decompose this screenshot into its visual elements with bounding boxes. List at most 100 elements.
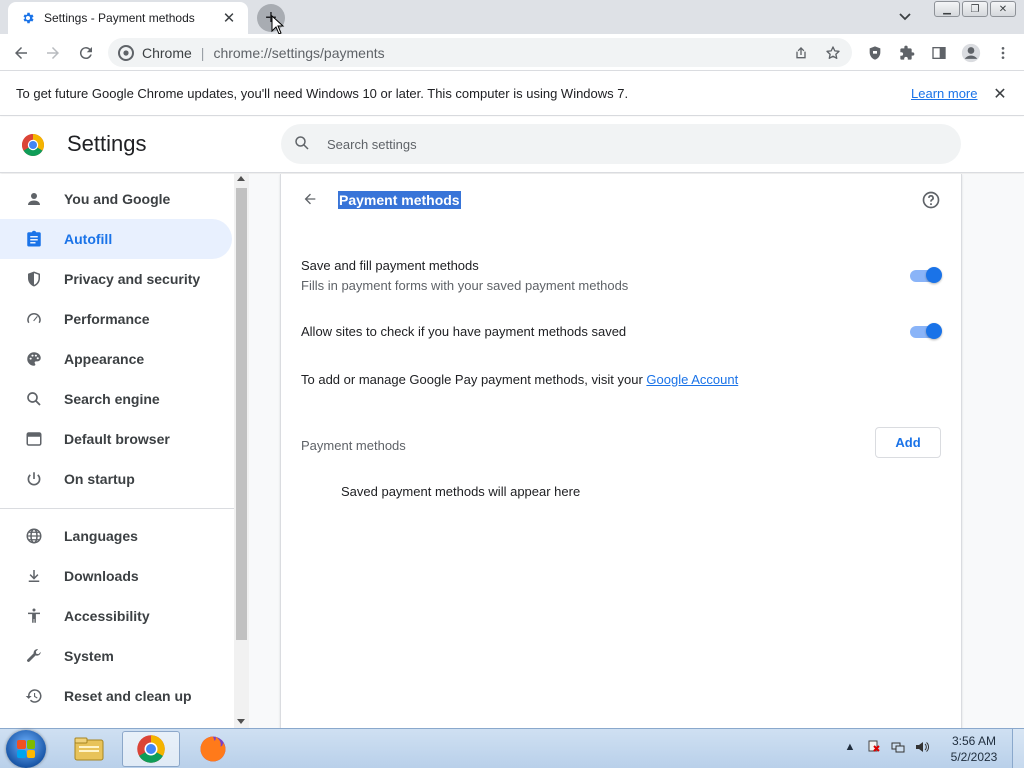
sidebar-item-system[interactable]: System (0, 636, 232, 676)
sidebar-item-default-browser[interactable]: Default browser (0, 419, 232, 459)
more-menu-icon[interactable] (990, 40, 1016, 66)
browser-toolbar: Chrome | chrome://settings/payments (0, 34, 1024, 71)
search-icon (293, 134, 313, 154)
clipboard-icon (24, 229, 44, 249)
sidebar-item-label: System (64, 648, 114, 664)
sidebar-item-label: Downloads (64, 568, 139, 584)
speedometer-icon (24, 309, 44, 329)
sidebar-item-downloads[interactable]: Downloads (0, 556, 232, 596)
share-icon[interactable] (790, 42, 812, 64)
scrollbar-thumb[interactable] (236, 188, 247, 640)
sidebar-item-on-startup[interactable]: On startup (0, 459, 232, 499)
chrome-taskbar-icon[interactable] (122, 731, 180, 767)
omnibox-chip: Chrome (142, 44, 192, 61)
sidebar-item-reset[interactable]: Reset and clean up (0, 676, 232, 716)
profile-avatar-icon[interactable] (958, 40, 984, 66)
person-icon (24, 189, 44, 209)
wrench-icon (24, 646, 44, 666)
taskbar-clock[interactable]: 3:56 AM 5/2/2023 (946, 733, 1002, 765)
minimize-icon[interactable]: ▁ (934, 1, 960, 17)
search-input[interactable] (327, 136, 927, 152)
sidebar-item-search-engine[interactable]: Search engine (0, 379, 232, 419)
toolbar-extensions (862, 40, 1016, 66)
settings-header: Settings (0, 117, 1024, 173)
omnibox-separator: | (200, 44, 205, 61)
search-icon (24, 389, 44, 409)
puzzle-extensions-icon[interactable] (894, 40, 920, 66)
action-center-icon[interactable] (866, 739, 882, 755)
chrome-site-icon (118, 44, 134, 61)
sidebar-item-autofill[interactable]: Autofill (0, 219, 232, 259)
tab-settings[interactable]: Settings - Payment methods ✕ (8, 2, 248, 34)
omnibox-url[interactable]: chrome://settings/payments (213, 45, 384, 61)
tab-title: Settings - Payment methods (44, 11, 195, 25)
window-controls: ▁ ❐ ✕ (934, 1, 1016, 17)
shield-extension-icon[interactable] (862, 40, 888, 66)
sidebar-divider (0, 508, 234, 509)
add-payment-button[interactable]: Add (875, 427, 941, 458)
accessibility-icon (24, 606, 44, 626)
sidebar-item-appearance[interactable]: Appearance (0, 339, 232, 379)
settings-sidebar: You and Google Autofill Privacy and secu… (0, 174, 234, 728)
save-fill-description: Fills in payment forms with your saved p… (301, 278, 629, 293)
sidebar-item-accessibility[interactable]: Accessibility (0, 596, 232, 636)
sidebar-item-label: Default browser (64, 431, 170, 447)
allow-check-toggle[interactable] (910, 323, 942, 340)
palette-icon (24, 349, 44, 369)
omnibox-actions (790, 42, 844, 64)
chevron-down-icon[interactable] (893, 6, 917, 28)
star-bookmark-icon[interactable] (822, 42, 844, 64)
payment-methods-card: Payment methods Save and fill payment me… (280, 174, 962, 728)
network-icon[interactable] (890, 739, 906, 755)
empty-state-text: Saved payment methods will appear here (341, 484, 581, 499)
sidebar-item-you-and-google[interactable]: You and Google (0, 179, 232, 219)
clock-date: 5/2/2023 (950, 750, 998, 764)
chrome-logo-icon (22, 134, 44, 156)
windows-logo-icon (17, 740, 35, 758)
learn-more-link[interactable]: Learn more (911, 86, 977, 101)
google-pay-text: To add or manage Google Pay payment meth… (301, 372, 738, 387)
save-fill-toggle[interactable] (910, 267, 942, 284)
google-account-link[interactable]: Google Account (646, 372, 738, 387)
mouse-cursor-icon (271, 15, 285, 35)
infobar-message: To get future Google Chrome updates, you… (16, 86, 629, 101)
start-button[interactable] (6, 730, 46, 768)
history-icon (24, 686, 44, 706)
firefox-taskbar-icon[interactable] (184, 731, 242, 767)
scroll-up-arrow-icon[interactable] (237, 176, 245, 181)
sidebar-item-label: Accessibility (64, 608, 150, 624)
sidebar-item-label: On startup (64, 471, 135, 487)
search-settings-box[interactable] (281, 124, 961, 164)
forward-arrow-icon[interactable] (40, 40, 66, 66)
toggle-knob (926, 323, 942, 339)
scroll-down-arrow-icon[interactable] (237, 719, 245, 724)
browser-window-icon (24, 429, 44, 449)
back-arrow-icon[interactable] (8, 40, 34, 66)
file-explorer-taskbar-icon[interactable] (60, 731, 118, 767)
allow-check-label: Allow sites to check if you have payment… (301, 324, 627, 339)
sidebar-item-label: Privacy and security (64, 271, 201, 287)
sidebar-item-privacy[interactable]: Privacy and security (0, 259, 232, 299)
download-icon (24, 566, 44, 586)
restore-icon[interactable]: ❐ (962, 1, 988, 17)
close-tab-icon[interactable]: ✕ (220, 9, 238, 27)
close-icon[interactable]: ✕ (990, 84, 1010, 104)
side-panel-icon[interactable] (926, 40, 952, 66)
show-hidden-icons-icon[interactable]: ▲ (842, 739, 858, 755)
sidebar-item-performance[interactable]: Performance (0, 299, 232, 339)
reload-icon[interactable] (73, 40, 99, 66)
sidebar-item-label: Languages (64, 528, 138, 544)
system-tray: ▲ (842, 739, 930, 755)
volume-icon[interactable] (914, 739, 930, 755)
sidebar-item-label: You and Google (64, 191, 171, 207)
power-icon (24, 469, 44, 489)
help-icon[interactable] (921, 190, 941, 210)
back-arrow-icon[interactable] (300, 189, 320, 209)
show-desktop-button[interactable] (1012, 729, 1024, 768)
globe-icon (24, 526, 44, 546)
google-pay-description: To add or manage Google Pay payment meth… (301, 372, 647, 387)
address-bar[interactable]: Chrome | chrome://settings/payments (108, 38, 852, 67)
sidebar-scrollbar[interactable] (234, 174, 249, 728)
window-close-icon[interactable]: ✕ (990, 1, 1016, 17)
sidebar-item-languages[interactable]: Languages (0, 516, 232, 556)
